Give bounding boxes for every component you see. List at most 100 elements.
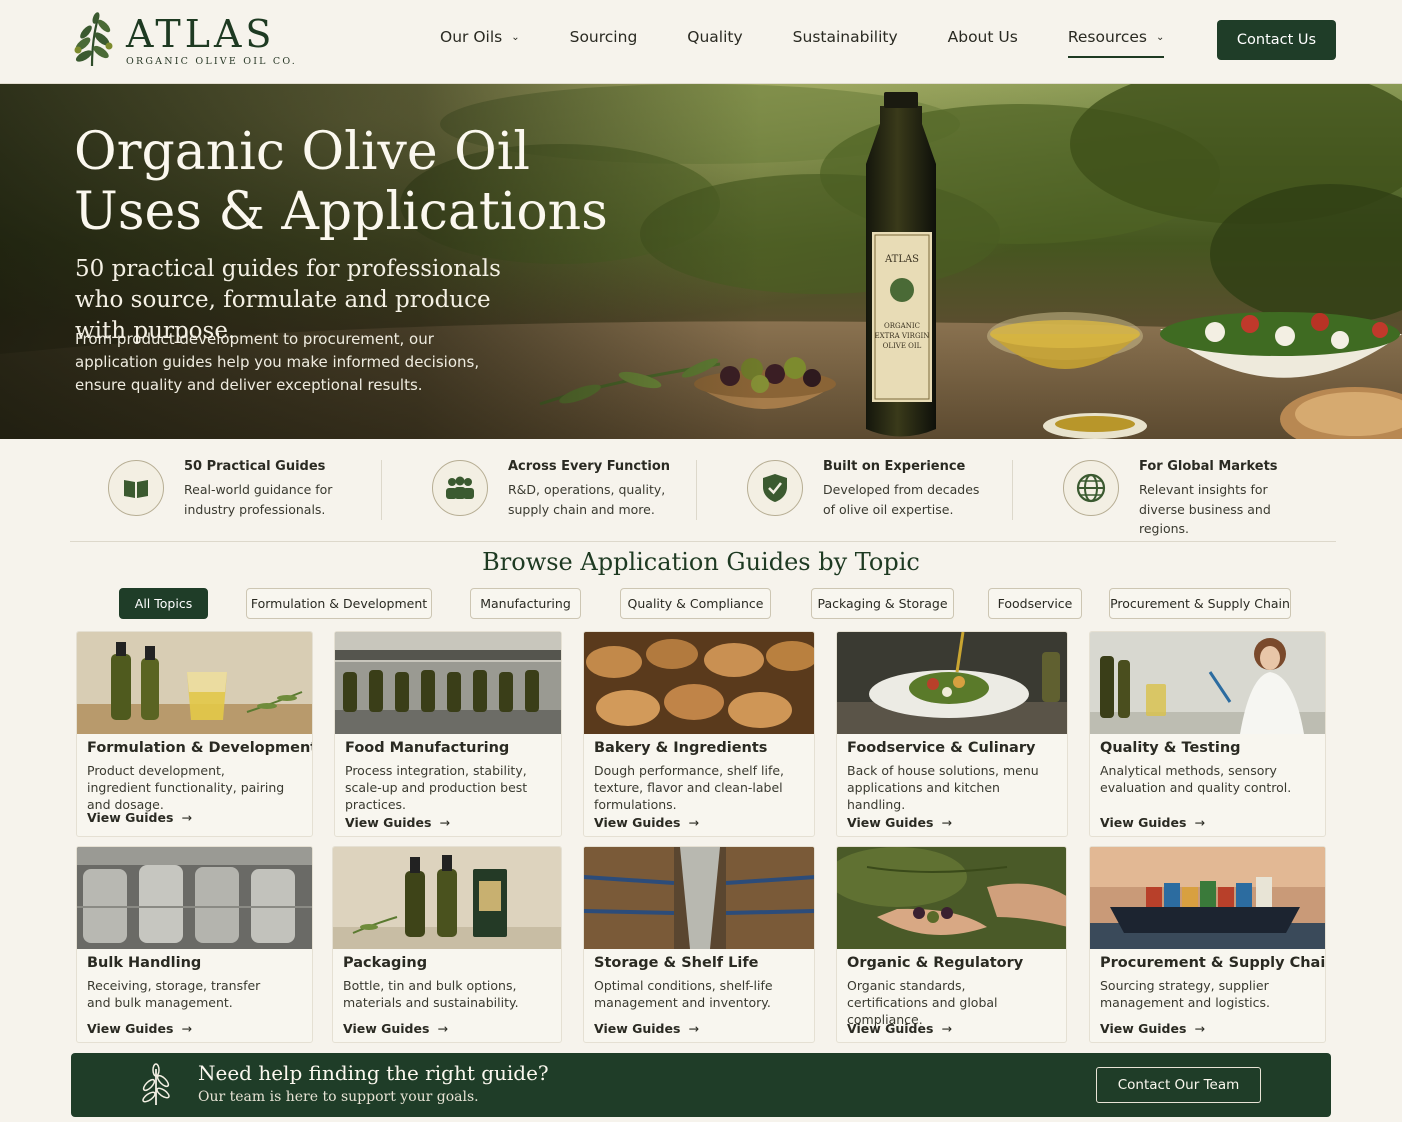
view-guides-link[interactable]: View Guides → [847, 1021, 952, 1036]
tab-quality-compliance[interactable]: Quality & Compliance [620, 588, 771, 619]
feature-divider [1012, 460, 1013, 520]
view-guides-link[interactable]: View Guides → [1100, 815, 1205, 830]
view-guides-link[interactable]: View Guides → [343, 1021, 448, 1036]
link-label: View Guides [87, 810, 174, 825]
link-label: View Guides [87, 1021, 174, 1036]
view-guides-link[interactable]: View Guides → [594, 815, 699, 830]
nav-label: Sustainability [792, 28, 898, 46]
card-image [1090, 847, 1325, 949]
guide-card-bakery[interactable]: Bakery & Ingredients Dough performance, … [583, 631, 815, 837]
nav-resources[interactable]: Resources ⌄ [1067, 28, 1165, 58]
tab-formulation-development[interactable]: Formulation & Development [246, 588, 432, 619]
feature-title: Built on Experience [823, 459, 966, 474]
tab-packaging-storage[interactable]: Packaging & Storage [811, 588, 954, 619]
card-description: Optimal conditions, shelf-life managemen… [594, 978, 773, 1010]
view-guides-link[interactable]: View Guides → [847, 815, 952, 830]
chevron-down-icon: ⌄ [511, 32, 520, 43]
view-guides-link[interactable]: View Guides → [345, 815, 450, 830]
link-label: View Guides [594, 815, 681, 830]
arrow-right-icon: → [437, 1021, 448, 1036]
feature-title: For Global Markets [1139, 459, 1278, 474]
olive-branch-icon [142, 1063, 170, 1105]
tab-foodservice[interactable]: Foodservice [988, 588, 1082, 619]
nav-label: Our Oils [440, 28, 503, 46]
feature-description: R&D, operations, quality, supply chain a… [508, 482, 666, 517]
card-image [335, 632, 561, 734]
card-title: Food Manufacturing [345, 740, 510, 756]
card-title: Bulk Handling [87, 955, 202, 971]
guide-card-quality-testing[interactable]: Quality & Testing Analytical methods, se… [1089, 631, 1326, 837]
nav-our-oils[interactable]: Our Oils ⌄ [440, 28, 520, 58]
guide-card-formulation[interactable]: Formulation & Development Product develo… [76, 631, 313, 837]
card-description: Sourcing strategy, supplier management a… [1100, 978, 1270, 1010]
nav-label: About Us [947, 28, 1018, 46]
guide-card-bulk-handling[interactable]: Bulk Handling Receiving, storage, transf… [76, 846, 313, 1043]
hero-title: Organic Olive Oil Uses & Applications [74, 122, 634, 242]
browse-section-title: Browse Application Guides by Topic [482, 548, 920, 576]
card-title: Formulation & Development [87, 740, 313, 756]
nav-label: Quality [687, 28, 743, 46]
card-title: Packaging [343, 955, 428, 971]
features-strip: 50 Practical Guides Real-world guidance … [70, 452, 1336, 542]
guide-card-food-manufacturing[interactable]: Food Manufacturing Process integration, … [334, 631, 562, 837]
tab-all-topics[interactable]: All Topics [119, 588, 208, 619]
tab-manufacturing[interactable]: Manufacturing [470, 588, 581, 619]
view-guides-link[interactable]: View Guides → [1100, 1021, 1205, 1036]
arrow-right-icon: → [941, 815, 952, 830]
card-description: Product development, ingredient function… [87, 763, 285, 812]
guide-card-packaging[interactable]: Packaging Bottle, tin and bulk options, … [332, 846, 562, 1043]
guide-card-organic-regulatory[interactable]: Organic & Regulatory Organic standards, … [836, 846, 1067, 1043]
card-title: Procurement & Supply Chain [1100, 955, 1326, 971]
nav-sourcing[interactable]: Sourcing [570, 28, 638, 58]
main-nav: Our Oils ⌄ Sourcing Quality Sustainabilit… [440, 28, 1214, 58]
link-label: View Guides [594, 1021, 681, 1036]
hero-banner: ATLAS ORGANIC EXTRA VIRGIN OLIVE OIL Org… [0, 84, 1402, 439]
card-title: Quality & Testing [1100, 740, 1241, 756]
tab-procurement-supply-chain[interactable]: Procurement & Supply Chain [1109, 588, 1291, 619]
brand-logo[interactable]: ATLAS ORGANIC OLIVE OIL CO. [68, 12, 297, 68]
card-description: Receiving, storage, transfer and bulk ma… [87, 978, 261, 1010]
card-image [837, 632, 1067, 734]
view-guides-link[interactable]: View Guides → [594, 1021, 699, 1036]
card-image [837, 847, 1066, 949]
nav-about-us[interactable]: About Us [948, 28, 1018, 58]
link-label: View Guides [1100, 1021, 1187, 1036]
card-title: Organic & Regulatory [847, 955, 1024, 971]
card-image [333, 847, 561, 949]
shield-check-icon [747, 460, 803, 516]
feature-description: Real-world guidance for industry profess… [184, 482, 333, 517]
link-label: View Guides [847, 815, 934, 830]
view-guides-link[interactable]: View Guides → [87, 1021, 192, 1036]
card-description: Bottle, tin and bulk options, materials … [343, 978, 519, 1010]
card-description: Dough performance, shelf life, texture, … [594, 763, 785, 812]
chevron-down-icon: ⌄ [1155, 32, 1165, 43]
view-guides-link[interactable]: View Guides → [87, 810, 192, 825]
feature-divider [381, 460, 382, 520]
nav-quality[interactable]: Quality [687, 28, 742, 58]
nav-sustainability[interactable]: Sustainability [793, 28, 898, 58]
brand-name: ATLAS [126, 11, 276, 56]
link-label: View Guides [1100, 815, 1187, 830]
arrow-right-icon: → [688, 1021, 699, 1036]
arrow-right-icon: → [439, 815, 450, 830]
bottle-brand: ATLAS [884, 254, 919, 265]
card-description: Analytical methods, sensory evaluation a… [1100, 763, 1292, 795]
hero-description: From product development to procurement,… [75, 330, 480, 394]
link-label: View Guides [345, 815, 432, 830]
card-image [77, 847, 312, 949]
cta-subtitle: Our team is here to support your goals. [198, 1089, 479, 1105]
topic-tabs: All Topics Formulation & Development Man… [0, 588, 1402, 620]
guide-card-procurement[interactable]: Procurement & Supply Chain Sourcing stra… [1089, 846, 1326, 1043]
guide-card-foodservice[interactable]: Foodservice & Culinary Back of house sol… [836, 631, 1068, 837]
globe-icon [1063, 460, 1119, 516]
contact-us-button[interactable]: Contact Us [1217, 20, 1336, 60]
bottle-line2: EXTRA VIRGIN [875, 332, 930, 340]
arrow-right-icon: → [941, 1021, 952, 1036]
card-image [584, 632, 814, 734]
feature-description: Relevant insights for diverse business a… [1139, 482, 1271, 536]
guide-card-storage[interactable]: Storage & Shelf Life Optimal conditions,… [583, 846, 815, 1043]
link-label: View Guides [847, 1021, 934, 1036]
card-title: Foodservice & Culinary [847, 740, 1036, 756]
contact-our-team-button[interactable]: Contact Our Team [1096, 1067, 1261, 1103]
feature-title: Across Every Function [508, 459, 670, 474]
